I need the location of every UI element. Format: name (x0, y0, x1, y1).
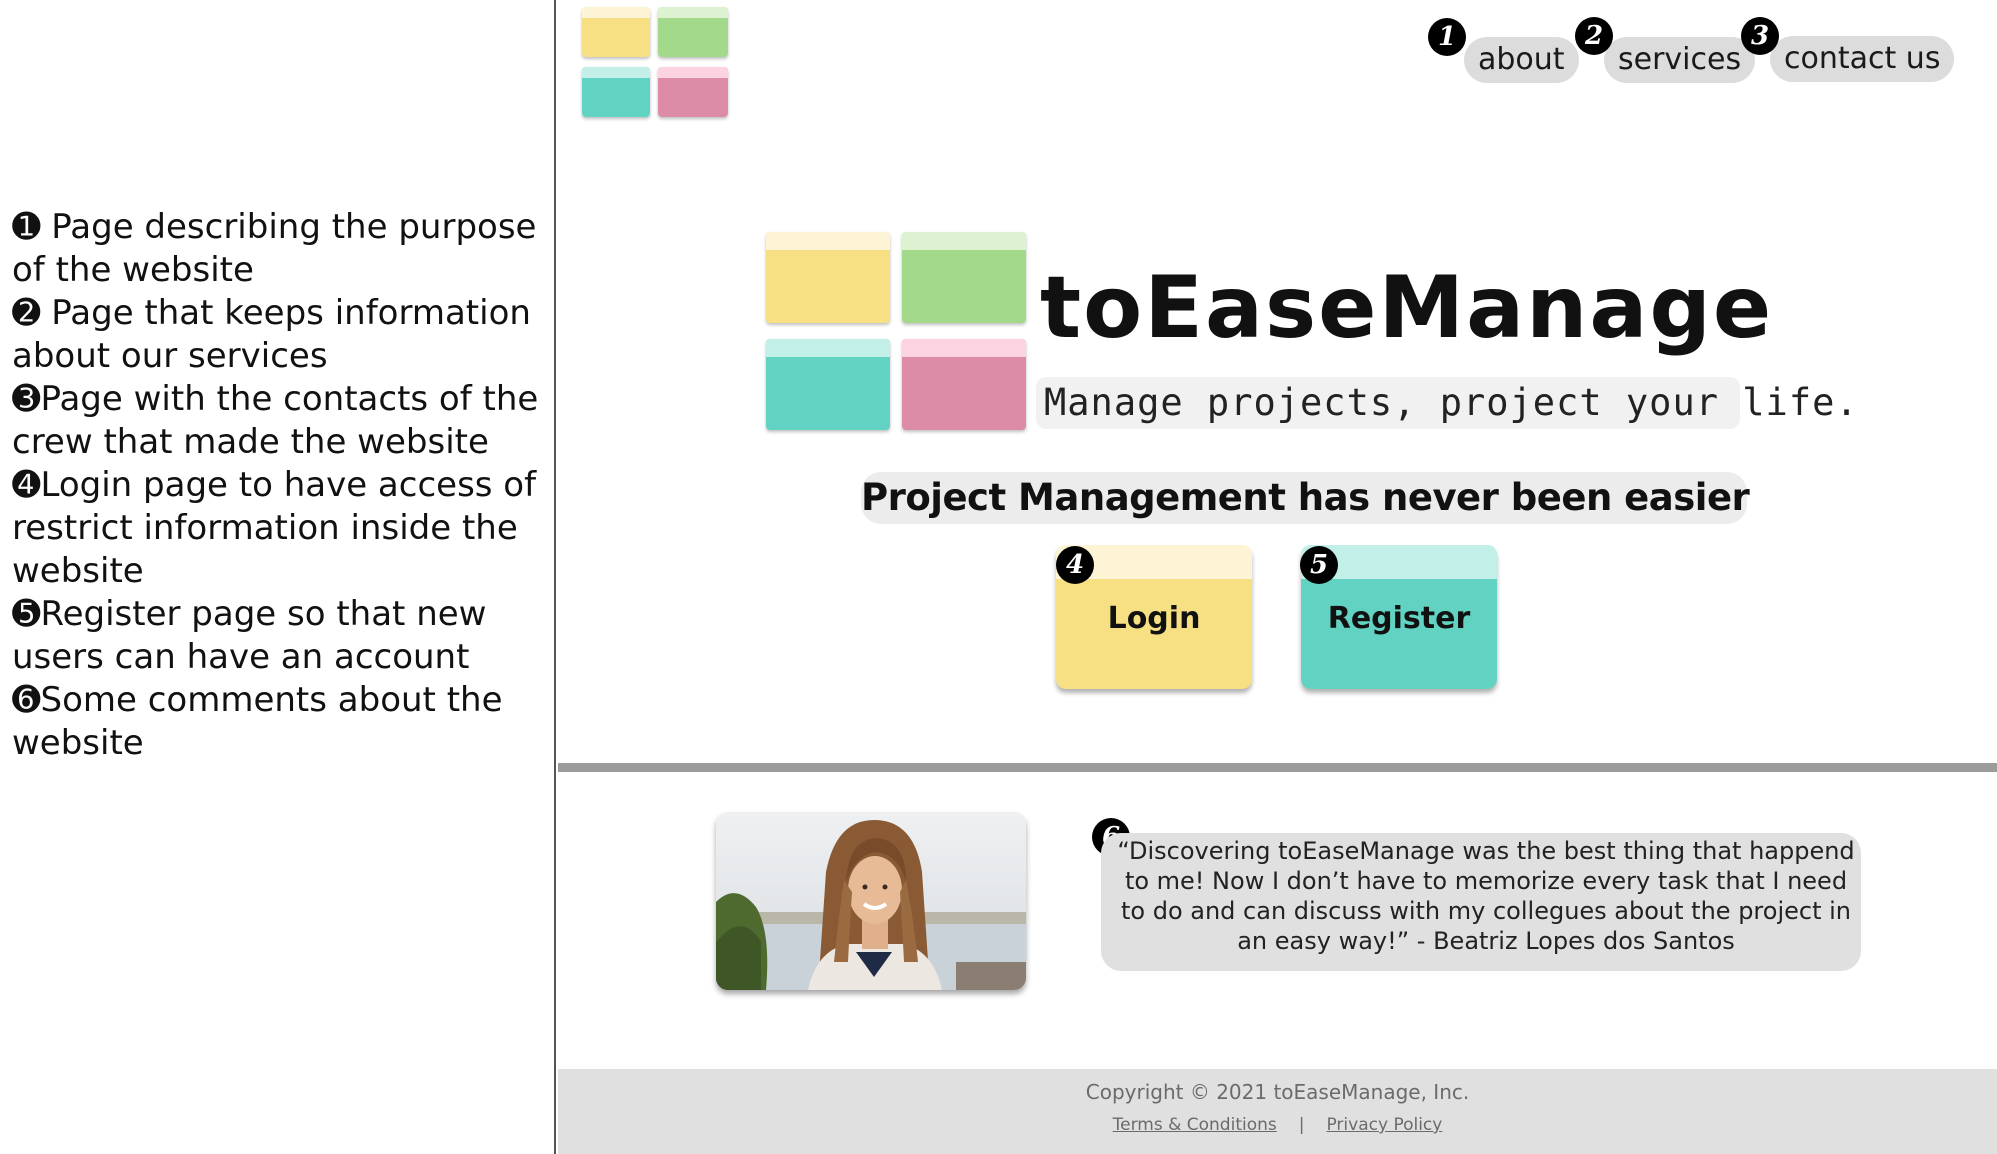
logo-tile-pink (658, 67, 728, 117)
number-2-icon: ➋ (12, 293, 41, 333)
number-3-icon: ➌ (12, 379, 41, 419)
footer: Copyright © 2021 toEaseManage, Inc. Term… (558, 1069, 1997, 1154)
number-6-icon: ➏ (12, 680, 41, 720)
privacy-link[interactable]: Privacy Policy (1326, 1115, 1442, 1135)
annotation-5-text: Register page so that new users can have… (12, 594, 487, 677)
annotation-1: ➊ Page describing the purpose of the web… (12, 206, 544, 292)
footer-separator: | (1298, 1115, 1305, 1135)
header-logo[interactable] (582, 7, 728, 117)
copyright-text: Copyright © 2021 toEaseManage, Inc. (1085, 1080, 1470, 1104)
hero-headline: Project Management has never been easier (861, 472, 1750, 524)
testimonial-photo (716, 812, 1026, 990)
website-mockup: about 1 services 2 contact us 3 toEaseMa… (558, 0, 1997, 1154)
annotation-5: ➎Register page so that new users can hav… (12, 593, 544, 679)
annotation-panel: ➊ Page describing the purpose of the web… (0, 0, 556, 1154)
brand-tile-teal (766, 339, 890, 430)
brand-slogan: Manage projects, project your life. (1036, 377, 1858, 429)
nav-services[interactable]: services (1604, 37, 1756, 83)
portrait-image (716, 812, 1026, 990)
logo-tile-teal (582, 67, 650, 117)
login-button-label: Login (1107, 601, 1201, 636)
annotation-4-text: Login page to have access of restrict in… (12, 465, 537, 591)
brand-tile-yellow (766, 232, 890, 323)
annotation-1-text: Page describing the purpose of the websi… (12, 207, 537, 290)
brand-tile-green (902, 232, 1026, 323)
brand-logo (766, 232, 1026, 430)
number-4-badge: 4 (1056, 546, 1094, 584)
brand-name: toEaseManage (1040, 258, 1774, 358)
annotation-3-text: Page with the contacts of the crew that … (12, 379, 539, 462)
terms-link[interactable]: Terms & Conditions (1113, 1115, 1277, 1135)
register-button-label: Register (1327, 601, 1471, 636)
logo-tile-yellow (582, 7, 650, 57)
number-5-badge: 5 (1300, 546, 1338, 584)
annotation-6: ➏Some comments about the website (12, 679, 544, 765)
annotation-3: ➌Page with the contacts of the crew that… (12, 378, 544, 464)
nav-contact-us[interactable]: contact us (1770, 36, 1955, 82)
number-1-badge: 1 (1428, 18, 1466, 56)
section-divider (558, 763, 1997, 772)
number-3-badge: 3 (1741, 17, 1779, 55)
logo-tile-green (658, 7, 728, 57)
annotation-4: ➍Login page to have access of restrict i… (12, 464, 544, 593)
testimonial-quote: “Discovering toEaseManage was the best t… (1101, 833, 1861, 971)
number-1-icon: ➊ (12, 207, 41, 247)
brand-tile-pink (902, 339, 1026, 430)
footer-links: Terms & Conditions | Privacy Policy (558, 1115, 1997, 1135)
number-4-icon: ➍ (12, 465, 41, 505)
number-2-badge: 2 (1575, 17, 1613, 55)
annotation-6-text: Some comments about the website (12, 680, 503, 763)
nav-about[interactable]: about (1464, 37, 1579, 83)
annotation-2-text: Page that keeps information about our se… (12, 293, 531, 376)
annotation-2: ➋ Page that keeps information about our … (12, 292, 544, 378)
number-5-icon: ➎ (12, 594, 41, 634)
